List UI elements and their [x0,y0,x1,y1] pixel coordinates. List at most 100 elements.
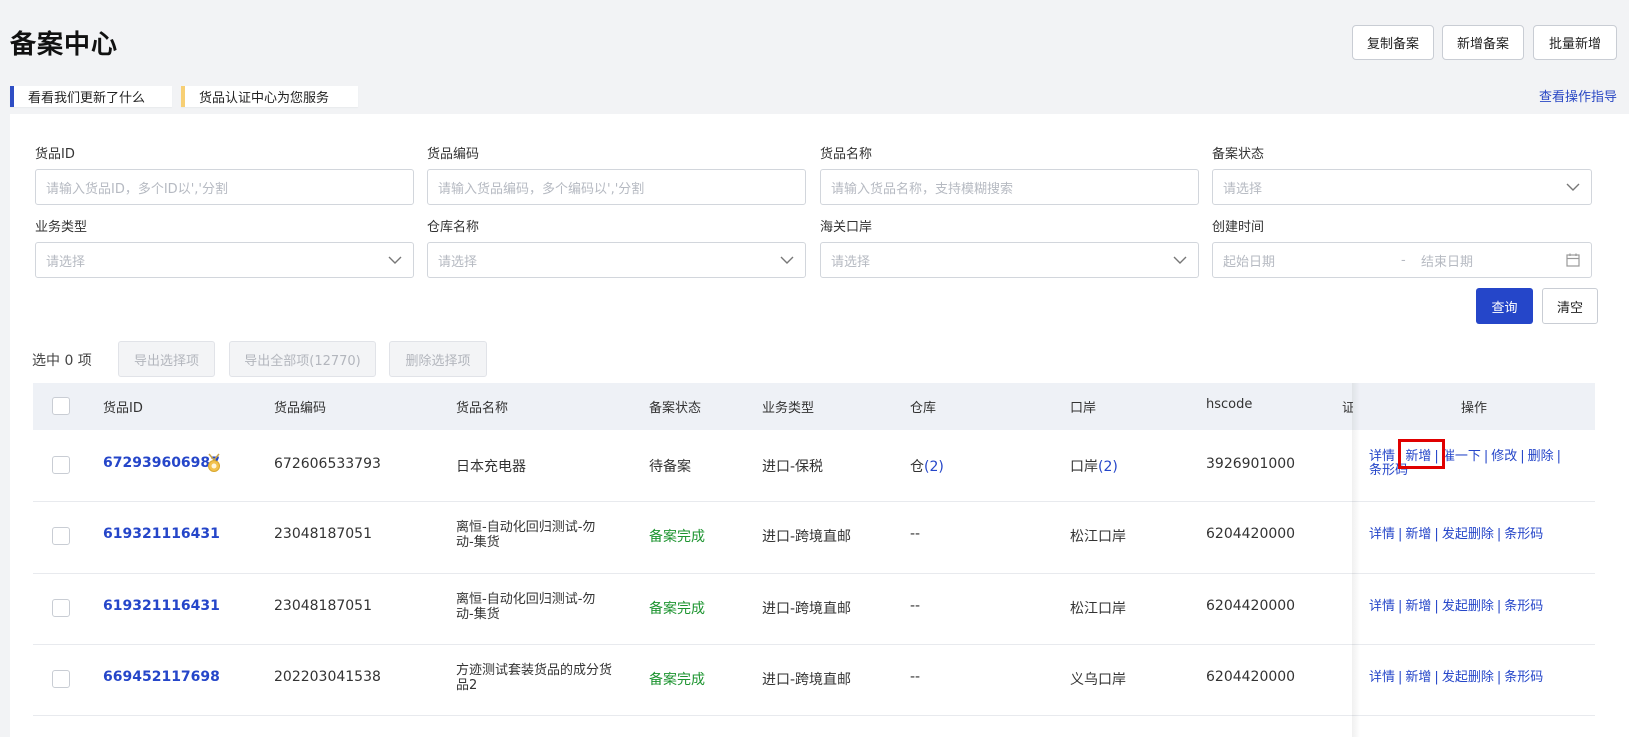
business-type-label: 业务类型 [35,220,88,235]
goods-name-line: 离恒-自动化回归测试-勿 [456,520,596,535]
barcode-link[interactable]: 条形码 [1504,670,1543,685]
goods-code-input[interactable]: 请输入货品编码，多个编码以','分割 [427,169,806,205]
row-divider [33,644,1595,645]
edit-link[interactable]: 修改 [1491,449,1517,464]
delete-link[interactable]: 删除 [1528,449,1554,464]
goods-name-line: 离恒-自动化回归测试-勿 [456,592,596,607]
filing-status: 备案完成 [649,529,705,545]
goods-id-link[interactable]: 619321116431 [103,526,220,542]
filing-status: 备案完成 [649,672,705,688]
row-checkbox[interactable] [52,456,70,474]
separator: | [1398,527,1403,542]
new-filing-button[interactable]: 新增备案 [1442,25,1524,60]
date-separator: - [1401,252,1406,268]
notice-service-center[interactable]: 货品认证中心为您服务 [181,86,358,107]
filing-status-placeholder: 请选择 [1223,181,1263,197]
goods-id-link[interactable]: 619321116431 [103,598,220,614]
hscode: 6204420000 [1206,669,1296,685]
start-date-input[interactable]: 起始日期 [1223,251,1401,270]
urge-link[interactable]: 催一下 [1442,449,1481,464]
business-type: 进口-保税 [762,459,824,475]
warehouse-count-link[interactable]: (2) [924,459,944,475]
query-button[interactable]: 查询 [1476,288,1533,324]
row-divider [33,573,1595,574]
separator: | [1398,599,1403,614]
row-divider [33,501,1595,502]
port-cell: 松江口岸 [1070,601,1126,617]
clear-button[interactable]: 清空 [1542,288,1598,324]
goods-id-link[interactable]: 672939606987 [103,455,220,471]
calendar-icon[interactable] [1565,252,1581,268]
col-warehouse: 仓库 [910,401,937,416]
separator: | [1398,670,1403,685]
warehouse-cell: 仓(2) [910,456,944,476]
goods-name: 离恒-自动化回归测试-勿 动-集货 [456,520,595,550]
medal-icon [208,453,220,472]
notice-whats-new[interactable]: 看看我们更新了什么 [10,86,172,107]
hscode: 6204420000 [1206,598,1296,614]
goods-code: 23048187051 [274,526,372,542]
chevron-down-icon [388,256,402,264]
goods-name-line: 动-集货 [456,535,500,550]
goods-name: 离恒-自动化回归测试-勿 动-集货 [456,592,595,622]
separator: | [1496,599,1502,614]
port-count-link[interactable]: (2) [1098,459,1118,475]
goods-name-line: 动-集货 [456,607,500,622]
port-cell: 松江口岸 [1070,529,1126,545]
customs-port-label: 海关口岸 [820,220,873,235]
goods-code: 672606533793 [274,456,381,472]
detail-link[interactable]: 详情 [1369,449,1395,464]
highlight-box [1398,439,1445,469]
filing-status-select[interactable]: 请选择 [1212,169,1592,205]
row-checkbox[interactable] [52,670,70,688]
export-all-button[interactable]: 导出全部项(12770) [229,341,376,377]
separator: | [1496,527,1502,542]
initiate-delete-link[interactable]: 发起删除 [1442,527,1494,542]
filing-status-label: 备案状态 [1212,147,1265,162]
warehouse-select[interactable]: 请选择 [427,242,806,278]
barcode-link[interactable]: 条形码 [1504,599,1543,614]
initiate-delete-link[interactable]: 发起删除 [1442,599,1494,614]
add-link[interactable]: 新增 [1405,527,1431,542]
add-link[interactable]: 新增 [1405,670,1431,685]
goods-id-input[interactable]: 请输入货品ID，多个ID以','分割 [35,169,414,205]
row-checkbox[interactable] [52,599,70,617]
filing-status: 待备案 [649,459,691,475]
export-selected-button[interactable]: 导出选择项 [118,341,215,377]
separator: | [1556,449,1562,464]
end-date-input[interactable]: 结束日期 [1421,251,1473,270]
warehouse-cell: -- [910,669,921,685]
col-operations: 操作 [1461,401,1488,416]
goods-id-link[interactable]: 669452117698 [103,669,220,685]
goods-code: 23048187051 [274,598,372,614]
row-operations: 详情 | 新增 | 发起删除 | 条形码 [1369,600,1543,614]
operation-guide-link[interactable]: 查看操作指导 [1539,86,1617,105]
customs-port-select[interactable]: 请选择 [820,242,1199,278]
detail-link[interactable]: 详情 [1369,527,1395,542]
detail-link[interactable]: 详情 [1369,670,1395,685]
warehouse-label: 仓库名称 [427,220,480,235]
chevron-down-icon [780,256,794,264]
batch-add-button[interactable]: 批量新增 [1533,25,1617,60]
initiate-delete-link[interactable]: 发起删除 [1442,670,1494,685]
port-cell: 义乌口岸 [1070,672,1126,688]
row-checkbox[interactable] [52,527,70,545]
goods-code: 202203041538 [274,669,381,685]
copy-filing-button[interactable]: 复制备案 [1352,25,1434,60]
col-filing-status: 备案状态 [649,401,702,416]
created-time-range[interactable]: 起始日期 - 结束日期 [1212,242,1592,278]
goods-name: 方迹测试套装货品的成分货 品2 [456,663,612,693]
created-time-label: 创建时间 [1212,220,1265,235]
goods-name-line: 方迹测试套装货品的成分货 [456,663,613,678]
business-type-select[interactable]: 请选择 [35,242,414,278]
business-type: 进口-跨境直邮 [762,529,852,545]
goods-id-label: 货品ID [35,147,75,162]
delete-selected-button[interactable]: 删除选择项 [389,341,487,377]
select-all-checkbox[interactable] [52,397,70,415]
goods-name-input[interactable]: 请输入货品名称，支持模糊搜索 [820,169,1199,205]
port-cell: 口岸(2) [1070,456,1118,476]
add-link[interactable]: 新增 [1405,599,1431,614]
goods-name-label: 货品名称 [820,147,873,162]
detail-link[interactable]: 详情 [1369,599,1395,614]
barcode-link[interactable]: 条形码 [1504,527,1543,542]
